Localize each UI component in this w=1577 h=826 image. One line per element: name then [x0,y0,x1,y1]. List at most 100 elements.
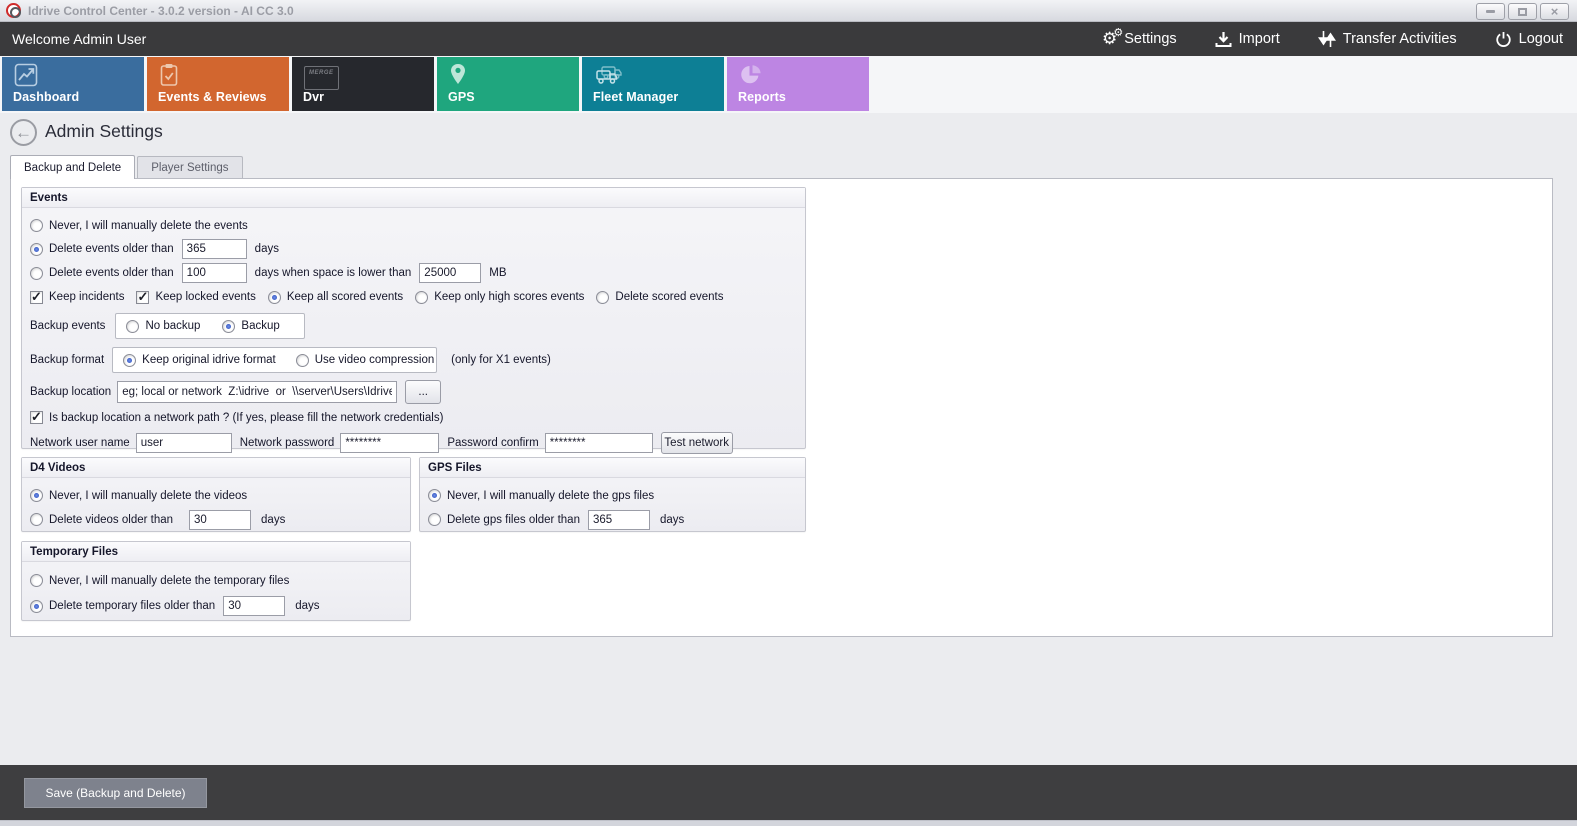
never-delete-temp-radio[interactable] [30,574,43,587]
never-delete-temp-label: Never, I will manually delete the tempor… [49,575,289,587]
tile-fleet-manager-label: Fleet Manager [593,90,678,104]
dvr-badge-icon: MERGE [304,66,339,90]
gears-icon: ⚙⚙ [1102,32,1117,46]
clipboard-check-icon [159,63,179,87]
close-button[interactable]: × [1540,3,1569,20]
gps-days-input[interactable] [588,510,650,530]
settings-menu-item[interactable]: ⚙⚙ Settings [1102,31,1177,47]
temp-days-input[interactable] [223,596,285,616]
bottom-strip [0,820,1577,826]
videos-days-input[interactable] [189,510,251,530]
footer-bar: Save (Backup and Delete) [0,765,1577,820]
logout-menu-item[interactable]: Logout [1495,31,1563,48]
delete-scored-events-radio[interactable] [596,291,609,304]
line-chart-icon [14,63,38,87]
never-delete-videos-label: Never, I will manually delete the videos [49,490,247,502]
delete-gps-older-radio[interactable] [428,513,441,526]
tile-dashboard[interactable]: Dashboard [2,57,144,111]
back-button[interactable]: ← [10,119,37,146]
backup-radio[interactable] [222,320,235,333]
tile-events-reviews-label: Events & Reviews [158,90,267,104]
maximize-button[interactable] [1508,3,1537,20]
title-bar: Idrive Control Center - 3.0.2 version - … [0,0,1577,22]
keep-original-format-label: Keep original idrive format [142,354,276,366]
never-delete-events-radio[interactable] [30,219,43,232]
tab-bar: Backup and Delete Player Settings [10,155,243,178]
keep-original-format-radio[interactable] [123,354,136,367]
network-password-input[interactable] [340,433,439,453]
days-suffix: days [261,514,285,526]
delete-events-older-radio[interactable] [30,243,43,256]
delete-temp-older-label: Delete temporary files older than [49,600,215,612]
page-header: ← Admin Settings [0,113,1577,153]
network-password-label: Network password [240,437,335,449]
tile-reports[interactable]: Reports [727,57,869,111]
test-network-button[interactable]: Test network [661,432,733,454]
tab-player-settings[interactable]: Player Settings [137,156,242,178]
keep-incidents-label: Keep incidents [49,291,124,303]
gps-files-group: GPS Files Never, I will manually delete … [419,457,806,532]
video-compression-radio[interactable] [296,354,309,367]
keep-locked-events-checkbox[interactable] [136,291,149,304]
never-delete-events-label: Never, I will manually delete the events [49,220,248,232]
tab-backup-and-delete[interactable]: Backup and Delete [10,155,135,179]
keep-all-scored-radio[interactable] [268,291,281,304]
events-space-days-input[interactable] [182,263,247,283]
tile-events-reviews[interactable]: Events & Reviews [147,57,289,111]
network-user-input[interactable] [136,433,232,453]
events-older-days-input[interactable] [182,239,247,259]
temporary-files-group-title: Temporary Files [22,542,410,562]
events-group: Events Never, I will manually delete the… [21,187,806,449]
never-delete-gps-radio[interactable] [428,489,441,502]
days-suffix: days [255,243,279,255]
transfer-arrows-icon [1318,30,1336,48]
keep-incidents-checkbox[interactable] [30,291,43,304]
keep-high-scores-label: Keep only high scores events [434,291,584,303]
network-user-label: Network user name [30,437,130,449]
no-backup-radio[interactable] [126,320,139,333]
backup-label: Backup [241,320,279,332]
delete-events-older-label: Delete events older than [49,243,174,255]
page-title: Admin Settings [45,121,163,142]
trucks-icon [594,63,622,87]
tile-fleet-manager[interactable]: Fleet Manager [582,57,724,111]
logout-label: Logout [1519,31,1563,47]
d4-videos-group-title: D4 Videos [22,458,410,478]
welcome-text: Welcome Admin User [12,31,146,47]
delete-videos-older-label: Delete videos older than [49,514,173,526]
video-compression-label: Use video compression [315,354,435,366]
events-space-mb-input[interactable] [419,263,481,283]
map-pin-icon [449,63,467,87]
settings-label: Settings [1124,31,1176,47]
delete-temp-older-radio[interactable] [30,600,43,613]
minimize-button[interactable] [1476,3,1505,20]
only-x1-note: (only for X1 events) [451,354,551,366]
tile-reports-label: Reports [738,90,786,104]
tile-gps[interactable]: GPS [437,57,579,111]
import-menu-item[interactable]: Import [1215,31,1280,48]
power-icon [1495,31,1512,48]
delete-events-space-radio[interactable] [30,267,43,280]
never-delete-videos-radio[interactable] [30,489,43,502]
days-suffix: days [660,514,684,526]
delete-gps-older-label: Delete gps files older than [447,514,580,526]
password-confirm-input[interactable] [545,433,653,453]
backup-format-option-box: Keep original idrive format Use video co… [112,347,437,373]
transfer-activities-menu-item[interactable]: Transfer Activities [1318,30,1457,48]
delete-videos-older-radio[interactable] [30,513,43,526]
maximize-icon [1518,8,1527,16]
delete-scored-events-label: Delete scored events [615,291,723,303]
network-path-label: Is backup location a network path ? (If … [49,412,443,424]
close-icon: × [1551,7,1559,17]
tile-gps-label: GPS [448,90,475,104]
backup-location-input[interactable] [117,381,397,403]
browse-button[interactable]: ... [405,380,441,404]
tile-dvr[interactable]: MERGE Dvr [292,57,434,111]
network-path-checkbox[interactable] [30,411,43,424]
import-icon [1215,31,1232,48]
import-label: Import [1239,31,1280,47]
save-backup-delete-button[interactable]: Save (Backup and Delete) [24,778,207,808]
app-logo-icon [6,3,21,18]
keep-high-scores-radio[interactable] [415,291,428,304]
pie-chart-icon [739,63,763,87]
